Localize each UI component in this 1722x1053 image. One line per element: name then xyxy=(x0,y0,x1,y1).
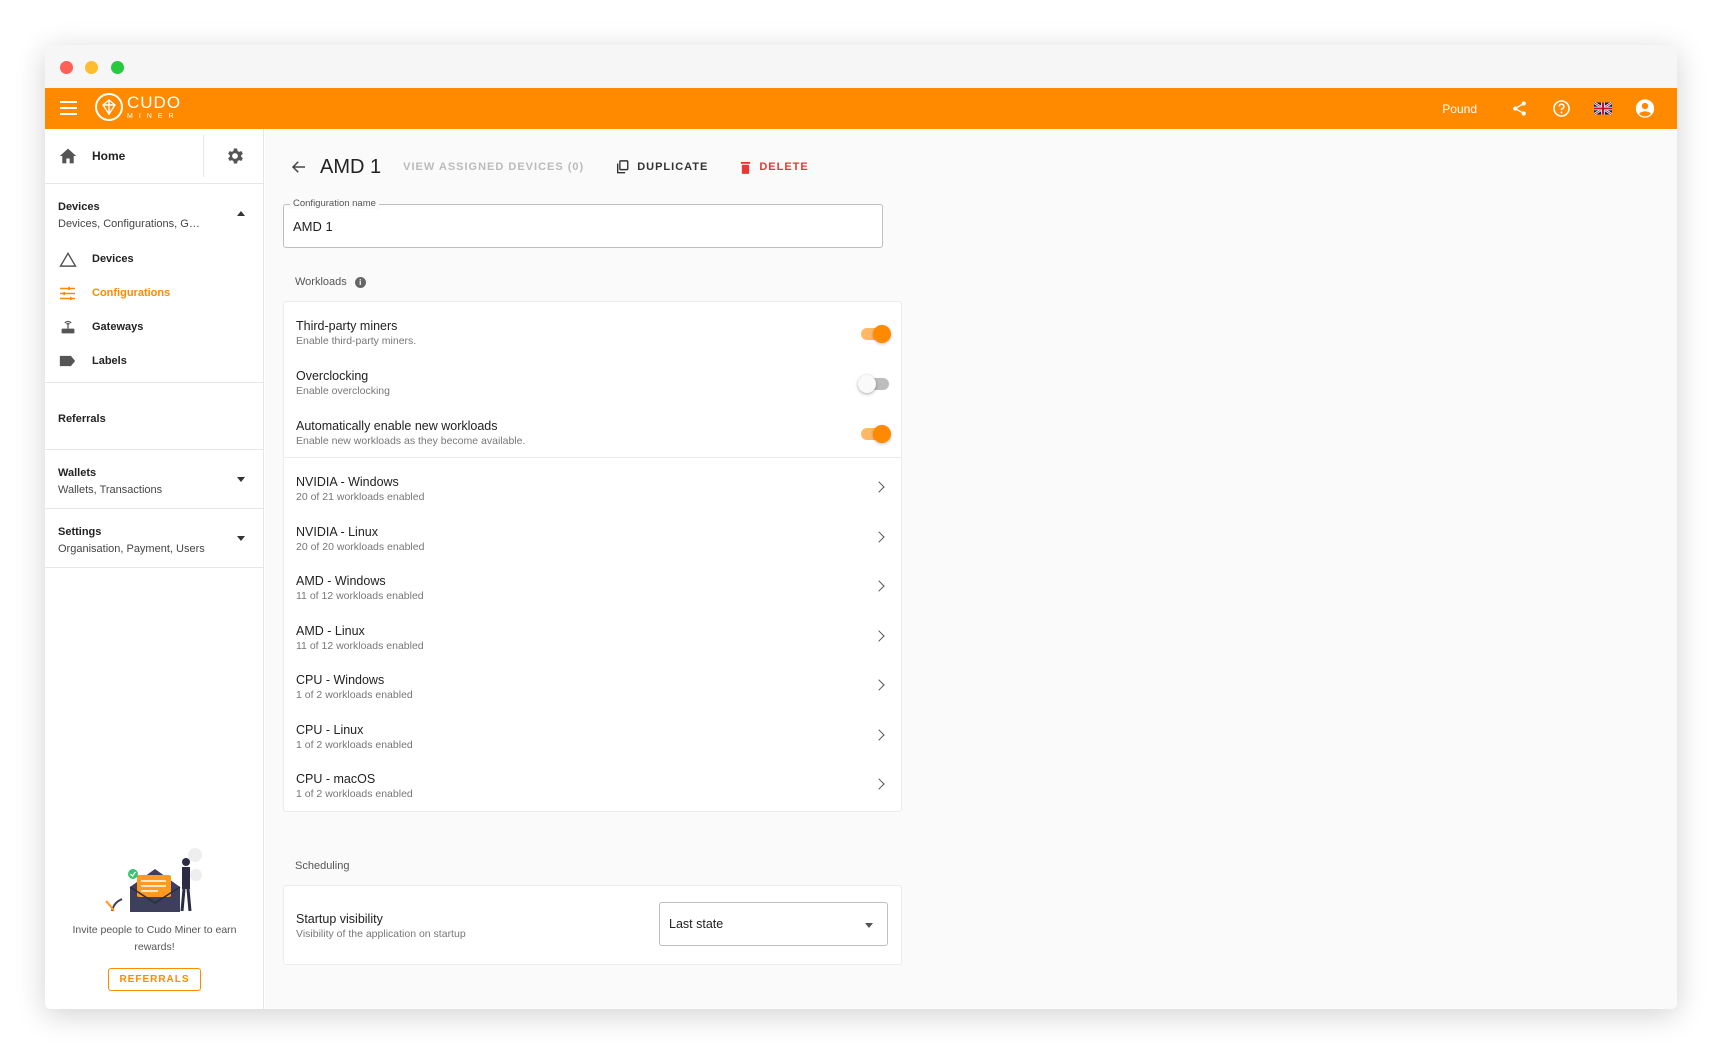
platform-row-cpu-macos[interactable]: CPU - macOS 1 of 2 workloads enabled xyxy=(284,755,901,805)
sidebar-item-gateways[interactable]: Gateways xyxy=(45,310,263,344)
settings-group-title: Settings xyxy=(58,526,102,538)
top-app-bar: CUDO MINER Pound xyxy=(45,88,1677,129)
collapse-caret-icon[interactable] xyxy=(237,211,245,216)
view-assigned-devices-button[interactable]: VIEW ASSIGNED DEVICES (0) xyxy=(403,161,584,173)
platform-row-nvidia-linux[interactable]: NVIDIA - Linux 20 of 20 workloads enable… xyxy=(284,508,901,558)
menu-icon[interactable] xyxy=(60,101,77,115)
platform-row-amd-windows[interactable]: AMD - Windows 11 of 12 workloads enabled xyxy=(284,557,901,607)
currency-selector[interactable]: Pound xyxy=(1442,102,1477,116)
configuration-name-label: Configuration name xyxy=(290,198,379,209)
duplicate-button[interactable]: DUPLICATE xyxy=(616,160,708,174)
trash-icon xyxy=(741,161,751,174)
wallets-group-title: Wallets xyxy=(58,467,97,479)
account-icon[interactable] xyxy=(1635,99,1655,119)
page-title: AMD 1 xyxy=(320,155,382,178)
sidebar-devices-group: Devices Devices, Configurations, Gat... … xyxy=(45,184,263,383)
configuration-name-value[interactable]: AMD 1 xyxy=(293,219,333,234)
platform-row-cpu-windows[interactable]: CPU - Windows 1 of 2 workloads enabled xyxy=(284,656,901,706)
invite-text: Invite people to Cudo Miner to earn rewa… xyxy=(72,924,237,953)
cudo-logo-icon xyxy=(95,93,123,121)
tune-icon xyxy=(58,285,77,301)
sidebar-wallets-group[interactable]: Wallets Wallets, Transactions xyxy=(45,450,263,509)
settings-group-subtitle: Organisation, Payment, Users xyxy=(58,543,205,555)
sidebar: Home Devices Devices, Configurations, Ga… xyxy=(45,129,264,1009)
help-icon[interactable] xyxy=(1551,99,1571,119)
startup-visibility-select[interactable]: Last state xyxy=(659,902,888,946)
devices-group-header[interactable]: Devices Devices, Configurations, Gat... xyxy=(45,184,263,242)
sidebar-item-referrals[interactable]: Referrals xyxy=(45,383,263,450)
third-party-miners-toggle[interactable] xyxy=(861,325,891,343)
home-icon xyxy=(59,148,77,164)
sidebar-home[interactable]: Home xyxy=(45,129,263,184)
devices-group-title: Devices xyxy=(58,201,100,213)
main-content: AMD 1 VIEW ASSIGNED DEVICES (0) DUPLICAT… xyxy=(265,129,1677,1009)
page-header: AMD 1 VIEW ASSIGNED DEVICES (0) DUPLICAT… xyxy=(290,155,841,179)
app-window: CUDO MINER Pound Home Devices Devices, C… xyxy=(45,45,1677,1009)
dropdown-caret-icon xyxy=(865,923,873,928)
label-icon xyxy=(58,353,77,369)
invite-panel: Invite people to Cudo Miner to earn rewa… xyxy=(45,847,264,991)
workloads-section-label: Workloads i xyxy=(295,276,366,288)
devices-group-subtitle: Devices, Configurations, Gat... xyxy=(58,218,203,230)
expand-caret-icon[interactable] xyxy=(237,536,245,541)
overclocking-toggle[interactable] xyxy=(858,375,889,393)
invite-illustration xyxy=(104,848,202,912)
copy-icon xyxy=(617,160,629,174)
platform-row-nvidia-windows[interactable]: NVIDIA - Windows 20 of 21 workloads enab… xyxy=(284,458,901,508)
sidebar-item-configurations[interactable]: Configurations xyxy=(45,276,263,310)
maximize-window-button[interactable] xyxy=(111,61,124,74)
wallets-group-subtitle: Wallets, Transactions xyxy=(58,484,163,496)
toggle-row-third-party-miners: Third-party miners Enable third-party mi… xyxy=(284,302,901,352)
brand-logo[interactable]: CUDO MINER xyxy=(95,93,181,121)
platform-row-amd-linux[interactable]: AMD - Linux 11 of 12 workloads enabled xyxy=(284,607,901,657)
back-arrow-icon[interactable] xyxy=(290,158,308,176)
expand-caret-icon[interactable] xyxy=(237,477,245,482)
sidebar-settings-group[interactable]: Settings Organisation, Payment, Users xyxy=(45,509,263,568)
minimize-window-button[interactable] xyxy=(85,61,98,74)
info-icon[interactable]: i xyxy=(354,276,366,288)
scheduling-section-label: Scheduling xyxy=(295,860,350,872)
referrals-button[interactable]: REFERRALS xyxy=(108,968,201,991)
router-icon xyxy=(58,319,77,335)
sidebar-home-label: Home xyxy=(92,149,126,163)
triangle-icon xyxy=(58,251,77,267)
configuration-name-field[interactable]: Configuration name AMD 1 xyxy=(283,198,883,248)
close-window-button[interactable] xyxy=(60,61,73,74)
scheduling-card: Startup visibility Visibility of the app… xyxy=(283,885,902,965)
delete-button[interactable]: DELETE xyxy=(740,161,808,174)
toggle-row-overclocking: Overclocking Enable overclocking xyxy=(284,352,901,402)
workloads-card: Third-party miners Enable third-party mi… xyxy=(283,301,902,812)
sidebar-item-labels[interactable]: Labels xyxy=(45,344,263,378)
sidebar-item-devices[interactable]: Devices xyxy=(45,242,263,276)
brand-name: CUDO xyxy=(127,93,182,112)
share-icon[interactable] xyxy=(1509,99,1529,119)
toggle-row-auto-enable-workloads: Automatically enable new workloads Enabl… xyxy=(284,402,901,452)
gear-icon[interactable] xyxy=(225,146,245,166)
platform-row-cpu-linux[interactable]: CPU - Linux 1 of 2 workloads enabled xyxy=(284,706,901,756)
brand-tagline: MINER xyxy=(127,113,180,120)
uk-flag-icon[interactable] xyxy=(1593,99,1613,119)
window-titlebar xyxy=(45,45,1677,88)
auto-enable-workloads-toggle[interactable] xyxy=(861,425,891,443)
